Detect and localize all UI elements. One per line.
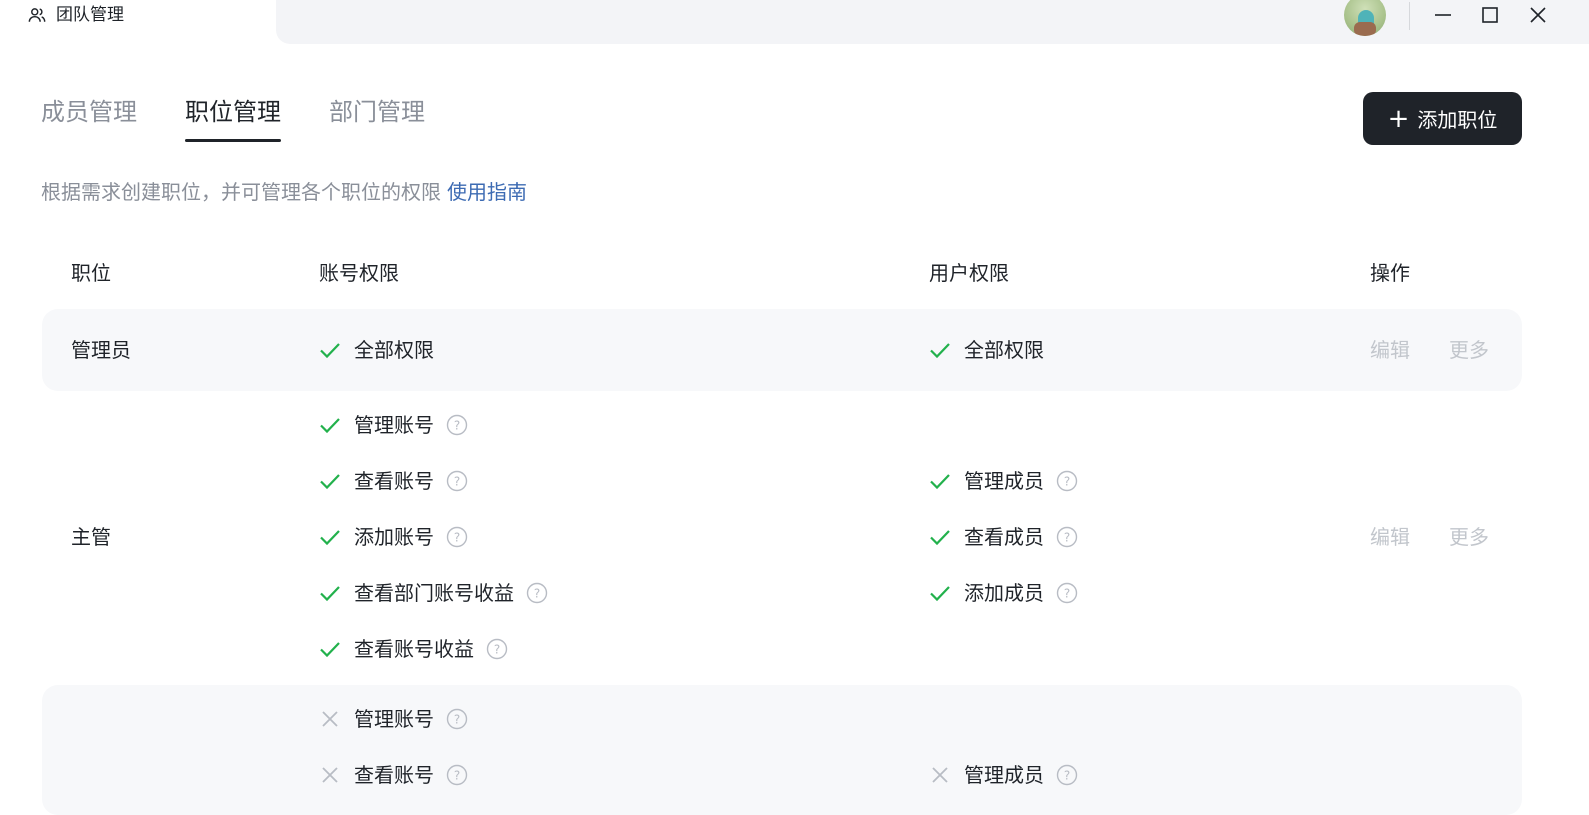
permission-item: 全部权限 xyxy=(319,336,434,364)
svg-text:?: ? xyxy=(454,475,460,489)
svg-text:?: ? xyxy=(1064,587,1070,601)
cross-icon xyxy=(322,711,338,727)
permission-label: 查看账号收益 xyxy=(354,637,474,661)
permission-label: 添加账号 xyxy=(354,525,434,549)
add-position-label: 添加职位 xyxy=(1417,108,1498,132)
permission-item: 管理成员 ? xyxy=(929,761,1078,789)
svg-text:?: ? xyxy=(1064,769,1070,783)
help-icon[interactable]: ? xyxy=(446,470,468,492)
check-icon xyxy=(320,474,340,490)
check-icon xyxy=(320,586,340,602)
help-icon[interactable]: ? xyxy=(1056,526,1078,548)
check-icon xyxy=(320,642,340,658)
description-text: 根据需求创建职位，并可管理各个职位的权限 xyxy=(41,180,441,204)
edit-button[interactable]: 编辑 xyxy=(1370,523,1410,551)
check-icon xyxy=(930,586,950,602)
permission-label: 全部权限 xyxy=(354,338,434,362)
check-icon xyxy=(320,530,340,546)
permission-label: 管理账号 xyxy=(354,413,434,437)
guide-link[interactable]: 使用指南 xyxy=(447,180,527,204)
svg-text:?: ? xyxy=(1064,531,1070,545)
tab-positions[interactable]: 职位管理 xyxy=(185,94,281,142)
maximize-button[interactable] xyxy=(1467,0,1513,30)
add-position-button[interactable]: + 添加职位 xyxy=(1363,92,1522,145)
help-icon[interactable]: ? xyxy=(1056,764,1078,786)
plus-icon: + xyxy=(1387,103,1410,134)
check-icon xyxy=(930,343,950,359)
help-icon[interactable]: ? xyxy=(446,764,468,786)
maximize-icon xyxy=(1482,7,1498,23)
help-icon[interactable]: ? xyxy=(446,708,468,730)
header-account-permissions: 账号权限 xyxy=(319,261,399,285)
help-icon[interactable]: ? xyxy=(526,582,548,604)
table-row: 主管 管理账号 ? 查看账号 ? 添加账号 ? 查看部门账号收益 ? 查看账号收… xyxy=(42,391,1522,684)
permission-label: 管理账号 xyxy=(354,707,434,731)
window-title: 团队管理 xyxy=(56,5,124,25)
permission-item: 查看成员 ? xyxy=(929,523,1078,551)
permission-item: 全部权限 xyxy=(929,336,1044,364)
permission-item: 查看账号 ? xyxy=(319,467,468,495)
permission-item: 管理账号 ? xyxy=(319,411,468,439)
tab-departments[interactable]: 部门管理 xyxy=(329,94,425,142)
cross-icon xyxy=(322,767,338,783)
more-button[interactable]: 更多 xyxy=(1449,523,1489,551)
team-icon xyxy=(28,8,46,22)
close-button[interactable] xyxy=(1515,0,1561,30)
permission-label: 管理成员 xyxy=(964,469,1044,493)
title-bar: 团队管理 xyxy=(0,0,1589,44)
check-icon xyxy=(930,530,950,546)
svg-text:?: ? xyxy=(454,713,460,727)
permission-label: 管理成员 xyxy=(964,763,1044,787)
table-row: 管理员 全部权限 全部权限 编辑 更多 xyxy=(42,309,1522,391)
header-role: 职位 xyxy=(71,261,111,285)
help-icon[interactable]: ? xyxy=(446,414,468,436)
minimize-icon xyxy=(1435,14,1451,16)
header-actions: 操作 xyxy=(1370,261,1410,285)
tab-members[interactable]: 成员管理 xyxy=(41,94,137,142)
permission-label: 添加成员 xyxy=(964,581,1044,605)
help-icon[interactable]: ? xyxy=(446,526,468,548)
permission-label: 查看账号 xyxy=(354,469,434,493)
close-icon xyxy=(1530,7,1546,23)
help-icon[interactable]: ? xyxy=(1056,470,1078,492)
svg-text:?: ? xyxy=(454,531,460,545)
permission-item: 添加账号 ? xyxy=(319,523,468,551)
header-user-permissions: 用户权限 xyxy=(929,261,1009,285)
check-icon xyxy=(930,474,950,490)
tab-bar: 成员管理 职位管理 部门管理 xyxy=(41,94,473,142)
check-icon xyxy=(320,343,340,359)
svg-text:?: ? xyxy=(494,643,500,657)
check-icon xyxy=(320,418,340,434)
permission-label: 查看成员 xyxy=(964,525,1044,549)
svg-text:?: ? xyxy=(1064,475,1070,489)
table-row: 管理账号 ? 查看账号 ? 管理成员 ? xyxy=(42,685,1522,815)
more-button[interactable]: 更多 xyxy=(1449,336,1489,364)
permission-label: 查看账号 xyxy=(354,763,434,787)
title-divider xyxy=(1409,2,1410,30)
help-icon[interactable]: ? xyxy=(1056,582,1078,604)
help-icon[interactable]: ? xyxy=(486,638,508,660)
permission-label: 全部权限 xyxy=(964,338,1044,362)
permission-label: 查看部门账号收益 xyxy=(354,581,514,605)
edit-button[interactable]: 编辑 xyxy=(1370,336,1410,364)
svg-text:?: ? xyxy=(454,769,460,783)
permission-item: 查看部门账号收益 ? xyxy=(319,579,548,607)
permission-item: 查看账号 ? xyxy=(319,761,468,789)
permission-item: 管理账号 ? xyxy=(319,705,468,733)
title-drag-area xyxy=(276,0,1589,44)
table-header: 职位 账号权限 用户权限 操作 xyxy=(0,258,1589,290)
minimize-button[interactable] xyxy=(1420,0,1466,30)
window-tab[interactable]: 团队管理 xyxy=(0,0,276,44)
page-description: 根据需求创建职位，并可管理各个职位的权限 使用指南 xyxy=(41,178,527,206)
svg-text:?: ? xyxy=(534,587,540,601)
svg-text:?: ? xyxy=(454,419,460,433)
permission-item: 查看账号收益 ? xyxy=(319,635,508,663)
permission-item: 管理成员 ? xyxy=(929,467,1078,495)
cross-icon xyxy=(932,767,948,783)
permission-item: 添加成员 ? xyxy=(929,579,1078,607)
role-name: 管理员 xyxy=(71,338,131,362)
role-name: 主管 xyxy=(71,525,111,549)
